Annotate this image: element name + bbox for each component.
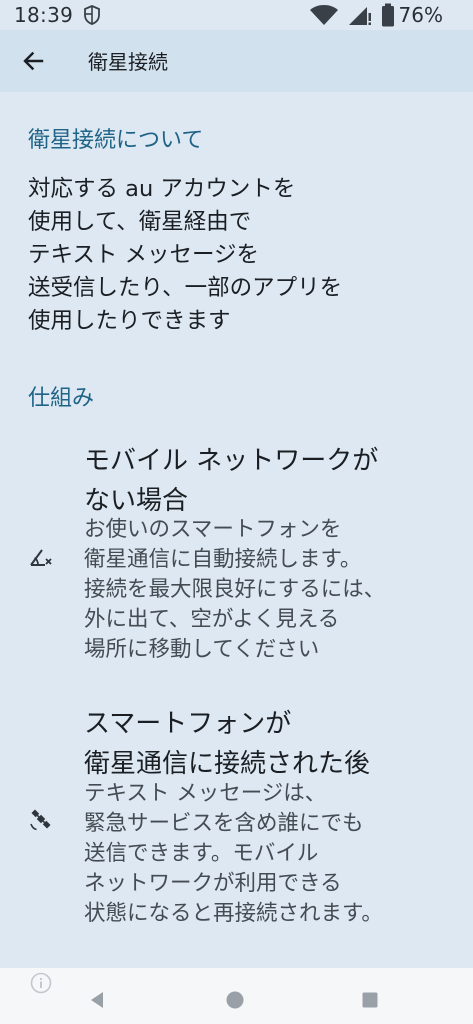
home-circle-icon — [226, 991, 244, 1009]
page-title: 衛星接続 — [88, 50, 168, 74]
status-icons: 76% — [309, 2, 443, 28]
satellite-signal-off-icon — [30, 549, 52, 566]
back-button[interactable] — [16, 44, 50, 78]
status-bar: 18:39 76% — [0, 0, 473, 30]
arrow-back-icon — [23, 51, 44, 71]
navigation-bar — [0, 976, 473, 1024]
about-heading: 衛星接続について — [28, 128, 204, 153]
nav-back-button[interactable] — [80, 982, 116, 1018]
item-title: モバイル ネットワークが ない場合 — [84, 446, 379, 516]
back-triangle-icon — [91, 992, 103, 1008]
about-body: 対応する au アカウントを 使用して、衛星経由で テキスト メッセージを 送受… — [28, 176, 343, 334]
item-title: スマートフォンが 衛星通信に接続された後 — [84, 709, 371, 779]
nav-recents-button[interactable] — [352, 982, 388, 1018]
nav-home-button[interactable] — [217, 982, 253, 1018]
status-time: 18:39 — [14, 3, 74, 27]
item-description: テキスト メッセージは、 緊急サービスを含め誰にでも 送信できます。モバイル ネ… — [84, 781, 383, 926]
battery-icon — [381, 3, 394, 27]
satellite-icon — [30, 809, 51, 831]
wifi-icon — [309, 5, 338, 25]
app-bar: 衛星接続 — [0, 30, 473, 92]
shield-icon — [84, 5, 100, 25]
signal-icon — [348, 7, 371, 25]
battery-percentage: 76% — [398, 3, 443, 27]
item-description: お使いのスマートフォンを 衛星通信に自動接続します。 接続を最大限良好にするには… — [84, 517, 386, 662]
recents-square-icon — [362, 992, 378, 1008]
how-it-works-heading: 仕組み — [28, 386, 95, 411]
